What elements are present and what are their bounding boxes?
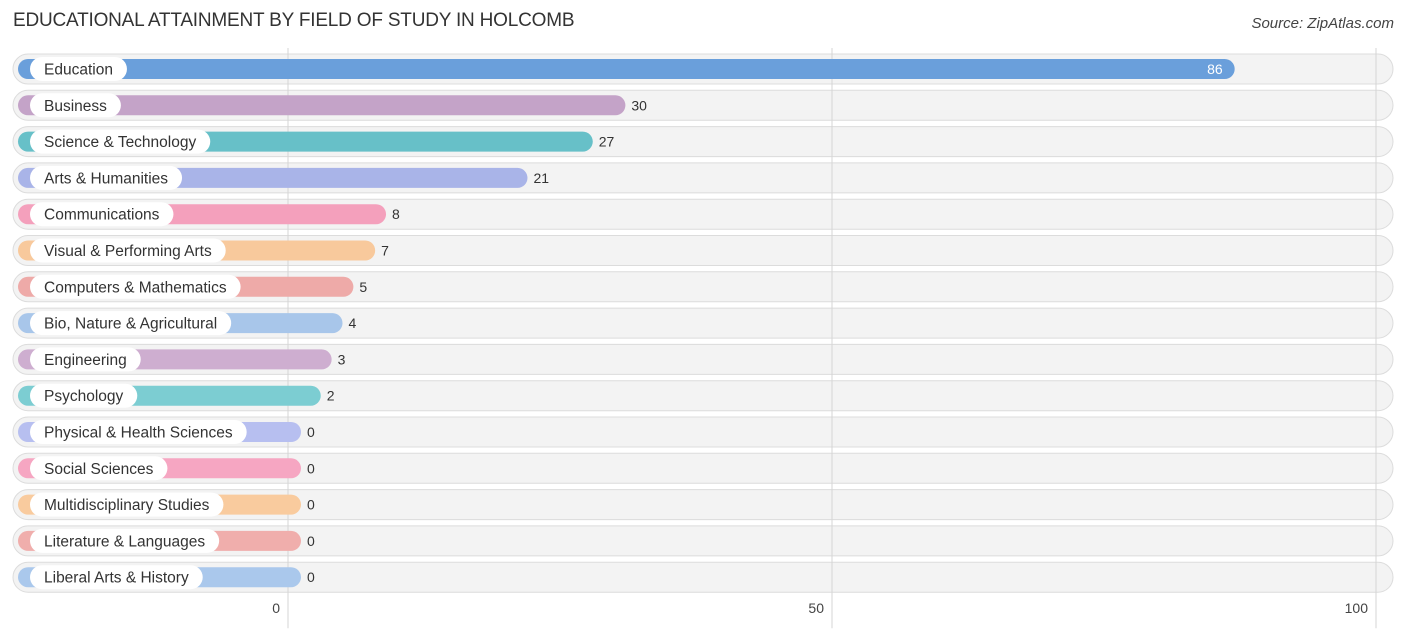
category-label: Bio, Nature & Agricultural [44, 316, 217, 333]
category-label: Multidisciplinary Studies [44, 497, 210, 514]
category-label: Science & Technology [44, 134, 196, 151]
category-label: Liberal Arts & History [44, 570, 189, 587]
value-label: 4 [349, 315, 357, 331]
value-label: 0 [307, 533, 315, 549]
category-label: Education [44, 62, 113, 79]
value-label: 86 [1207, 61, 1223, 77]
category-label: Business [44, 98, 107, 115]
category-label: Engineering [44, 352, 127, 369]
category-label: Arts & Humanities [44, 170, 168, 187]
tick-label: 0 [272, 600, 280, 616]
value-label: 2 [327, 388, 335, 404]
value-label: 0 [307, 569, 315, 585]
bar-chart: Education 86Business 30Science & Technolog… [12, 48, 1394, 629]
category-label: Literature & Languages [44, 533, 205, 550]
value-label: 0 [307, 460, 315, 476]
tick-label: 50 [808, 600, 824, 616]
category-label: Social Sciences [44, 461, 154, 478]
value-label: 5 [359, 279, 367, 295]
category-label: Psychology [44, 388, 124, 405]
value-label: 7 [381, 243, 389, 259]
x-axis-ticks: 0 50 100 [272, 600, 1368, 616]
value-label: 3 [338, 351, 346, 367]
value-label: 0 [307, 497, 315, 513]
category-label: Communications [44, 207, 160, 224]
tick-label: 100 [1345, 600, 1369, 616]
bar [18, 59, 1235, 79]
category-label: Physical & Health Sciences [44, 425, 233, 442]
value-label: 8 [392, 206, 400, 222]
category-label: Computers & Mathematics [44, 279, 227, 296]
value-label: 21 [533, 170, 549, 186]
value-label: 27 [599, 134, 615, 150]
value-label: 0 [307, 424, 315, 440]
value-label: 30 [631, 97, 647, 113]
category-label: Visual & Performing Arts [44, 243, 212, 260]
